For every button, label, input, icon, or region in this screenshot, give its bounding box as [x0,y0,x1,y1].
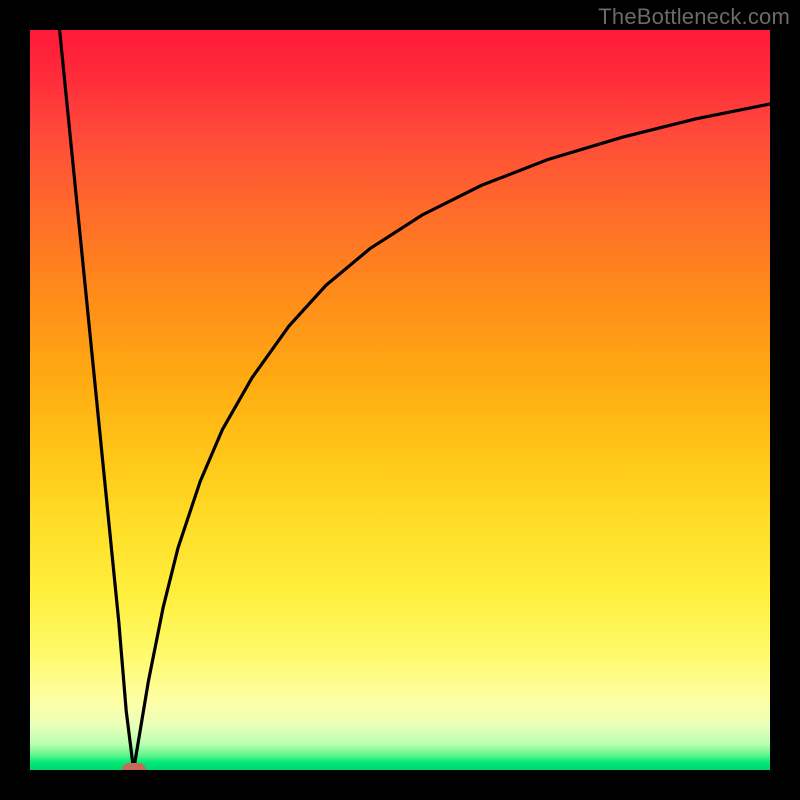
plot-area [30,30,770,770]
watermark-text: TheBottleneck.com [598,4,790,30]
vertex-marker [122,763,146,770]
bottleneck-curve [30,30,770,770]
chart-frame: TheBottleneck.com [0,0,800,800]
